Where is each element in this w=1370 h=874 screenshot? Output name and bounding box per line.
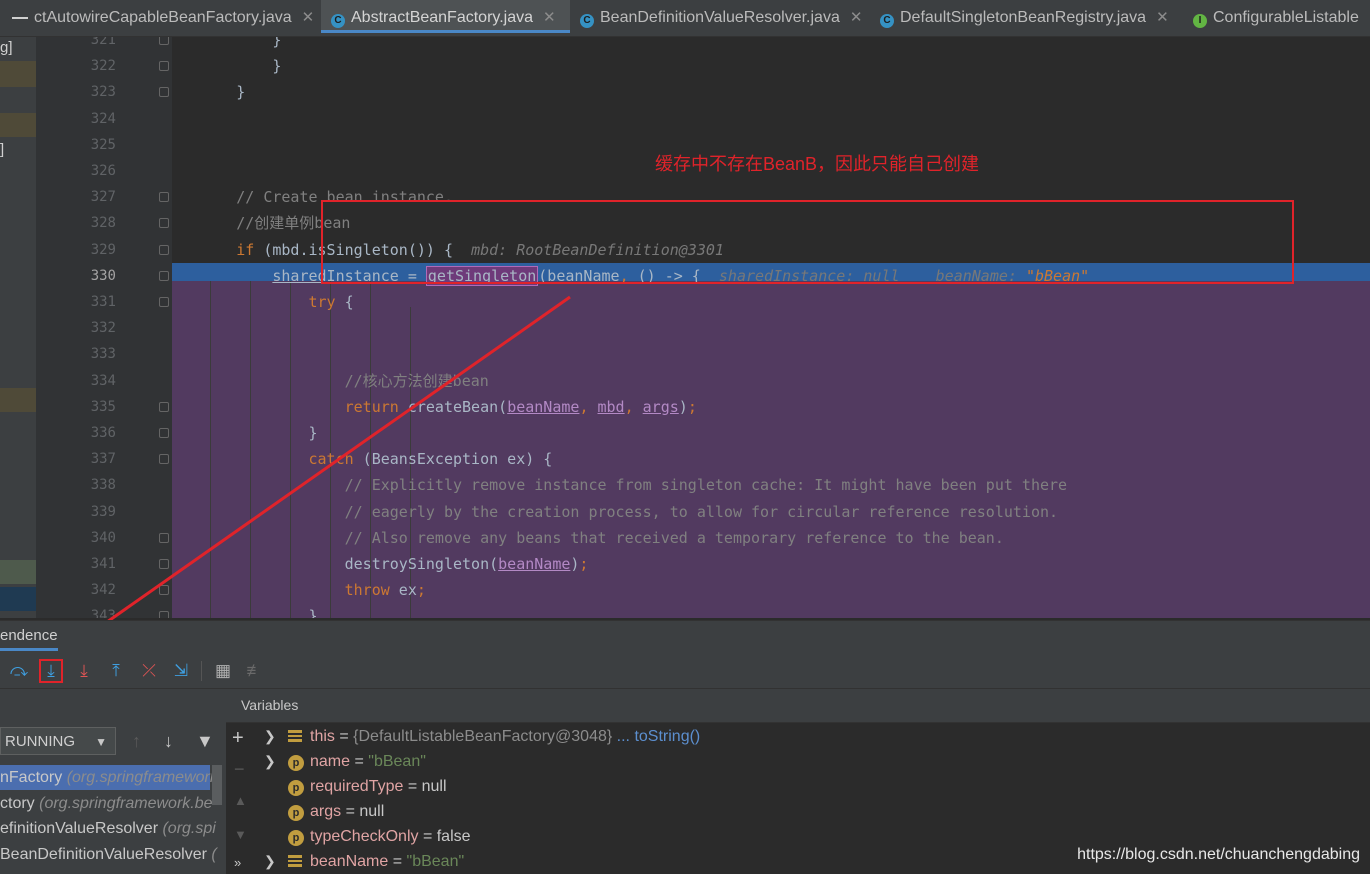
drop-frame-icon[interactable]: ⤫ bbox=[137, 659, 161, 683]
field-icon bbox=[288, 730, 302, 742]
frames-scrollbar[interactable] bbox=[212, 765, 222, 805]
step-over-icon[interactable]: ⤼ bbox=[7, 659, 31, 683]
stack-frame[interactable]: BeanDefinitionValueResolver ( bbox=[0, 842, 217, 867]
debug-tool-window-header: endence bbox=[0, 620, 1370, 655]
variable-name: name bbox=[310, 753, 351, 770]
force-step-into-icon[interactable]: ⤓ bbox=[72, 659, 96, 683]
variable-value: null bbox=[359, 803, 385, 820]
frames-panel: RUNNING ▼ ↑ ↓ ▼ nFactory (org.springfram… bbox=[0, 689, 227, 874]
frame-method: BeanDefinitionValueResolver bbox=[0, 845, 207, 863]
debug-toolbar: ⤼ ⤓ ⤓ ⤒ ⤫ ⇲ ▦ ≢ bbox=[0, 654, 1370, 689]
variable-name: requiredType bbox=[310, 778, 404, 795]
variable-value: "bBean" bbox=[406, 853, 465, 870]
frame-package: (org.springframework bbox=[66, 769, 218, 786]
parameter-icon: p bbox=[288, 805, 304, 821]
thread-label: RUNNING bbox=[5, 733, 75, 750]
stack-frame[interactable]: nFactory (org.springframework bbox=[0, 765, 218, 790]
step-out-icon[interactable]: ⤒ bbox=[104, 659, 128, 683]
filter-icon[interactable]: ▼ bbox=[196, 731, 214, 752]
add-watch-icon[interactable]: + bbox=[232, 727, 244, 750]
equals-sign: = bbox=[403, 778, 422, 795]
frame-package: ( bbox=[211, 845, 217, 863]
frame-method: nFactory bbox=[0, 769, 63, 786]
field-icon bbox=[288, 855, 302, 867]
frame-down-icon[interactable]: ↓ bbox=[164, 731, 173, 752]
frame-package: (org.spi bbox=[162, 820, 216, 837]
stack-frame[interactable]: efinitionValueResolver (org.spi bbox=[0, 816, 216, 841]
variable-value: "bBean" bbox=[368, 753, 426, 770]
variable-value: false bbox=[436, 828, 471, 845]
variables-title: Variables bbox=[241, 697, 299, 713]
watermark: https://blog.csdn.net/chuanchengdabing bbox=[1077, 846, 1360, 863]
expand-chevron-icon[interactable]: ❯ bbox=[264, 724, 276, 749]
run-to-cursor-icon[interactable]: ⇲ bbox=[169, 659, 193, 683]
variable-name: args bbox=[310, 803, 342, 820]
evaluate-expression-icon[interactable]: ▦ bbox=[211, 659, 235, 683]
toolbar-separator bbox=[201, 661, 202, 681]
trace-stream-icon[interactable]: ≢ bbox=[243, 659, 267, 683]
equals-sign: = bbox=[418, 828, 437, 845]
move-down-icon[interactable]: ▼ bbox=[234, 827, 247, 842]
frame-method: ctory bbox=[0, 794, 35, 812]
variable-value: {DefaultListableBeanFactory@3048} bbox=[353, 728, 613, 745]
chevron-down-icon: ▼ bbox=[95, 735, 107, 749]
remove-watch-icon[interactable]: − bbox=[234, 759, 245, 780]
frame-method: efinitionValueResolver bbox=[0, 820, 159, 837]
parameter-icon: p bbox=[288, 780, 304, 796]
to-string-link[interactable]: ... toString() bbox=[612, 728, 701, 745]
variable-name: this bbox=[310, 728, 335, 745]
parameter-icon: p bbox=[288, 755, 304, 771]
frame-up-icon[interactable]: ↑ bbox=[132, 731, 141, 752]
equals-sign: = bbox=[350, 753, 369, 770]
more-icon[interactable]: » bbox=[234, 855, 241, 870]
equals-sign: = bbox=[334, 728, 354, 745]
debug-session-tab[interactable]: endence bbox=[0, 627, 58, 651]
expand-chevron-icon[interactable]: ❯ bbox=[264, 849, 276, 874]
variables-header: Variables bbox=[226, 689, 1370, 723]
parameter-icon: p bbox=[288, 830, 304, 846]
move-up-icon[interactable]: ▲ bbox=[234, 793, 247, 808]
thread-selector[interactable]: RUNNING ▼ bbox=[0, 727, 116, 755]
stack-frame[interactable]: ctory (org.springframework.be bbox=[0, 791, 213, 816]
step-into-icon[interactable]: ⤓ bbox=[39, 659, 63, 683]
equals-sign: = bbox=[341, 803, 360, 820]
variable-name: typeCheckOnly bbox=[310, 828, 419, 845]
equals-sign: = bbox=[388, 853, 407, 870]
variable-value: null bbox=[421, 778, 447, 795]
frame-package: (org.springframework.be bbox=[39, 794, 213, 812]
expand-chevron-icon[interactable]: ❯ bbox=[264, 749, 276, 774]
variable-name: beanName bbox=[310, 853, 389, 870]
